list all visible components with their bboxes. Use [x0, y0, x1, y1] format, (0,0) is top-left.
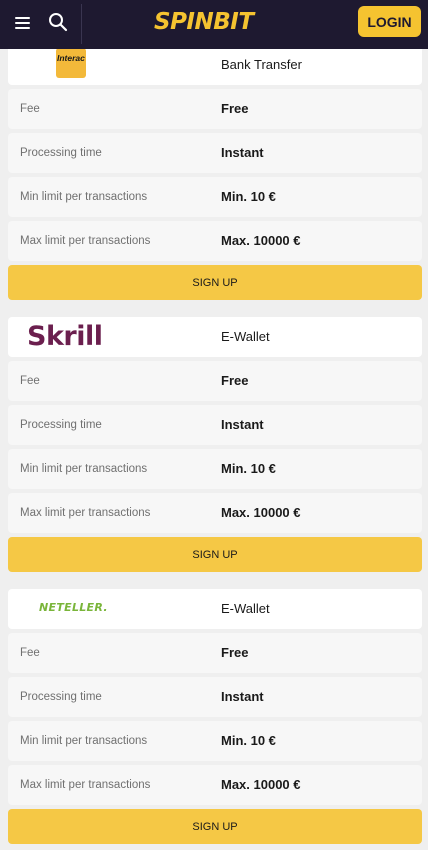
min-limit-row: Min limit per transactions Min. 10 € — [8, 177, 422, 217]
row-label: Processing time — [20, 419, 102, 431]
row-value: Min. 10 € — [221, 189, 276, 204]
processing-time-row: Processing time Instant — [8, 677, 422, 717]
fee-row: Fee Free — [8, 633, 422, 673]
row-value: Free — [221, 645, 249, 660]
processing-time-row: Processing time Instant — [8, 405, 422, 445]
row-value: Max. 10000 € — [221, 505, 301, 520]
hamburger-menu-icon[interactable] — [12, 12, 34, 34]
max-limit-row: Max limit per transactions Max. 10000 € — [8, 493, 422, 533]
payment-type: Bank Transfer — [221, 57, 302, 72]
fee-row: Fee Free — [8, 361, 422, 401]
interac-logo: Interac — [56, 48, 86, 78]
row-label: Processing time — [20, 691, 102, 703]
payment-method-header-row: NETELLER. E-Wallet — [8, 589, 422, 629]
row-label: Fee — [20, 103, 40, 115]
row-value: Instant — [221, 417, 264, 432]
neteller-logo: NETELLER. — [39, 601, 108, 614]
min-limit-row: Min limit per transactions Min. 10 € — [8, 721, 422, 761]
row-label: Fee — [20, 647, 40, 659]
row-label: Processing time — [20, 147, 102, 159]
max-limit-row: Max limit per transactions Max. 10000 € — [8, 221, 422, 261]
row-label: Max limit per transactions — [20, 507, 151, 519]
skrill-logo: Skrill — [27, 321, 103, 352]
row-label: Min limit per transactions — [20, 463, 148, 475]
row-value: Instant — [221, 145, 264, 160]
header-divider — [81, 4, 82, 44]
processing-time-row: Processing time Instant — [8, 133, 422, 173]
sign-up-button[interactable]: SIGN UP — [8, 537, 422, 572]
row-value: Instant — [221, 689, 264, 704]
payment-type: E-Wallet — [221, 329, 270, 344]
search-icon[interactable] — [47, 11, 69, 33]
row-value: Max. 10000 € — [221, 233, 301, 248]
row-value: Free — [221, 101, 249, 116]
row-value: Min. 10 € — [221, 733, 276, 748]
row-label: Min limit per transactions — [20, 735, 148, 747]
row-value: Min. 10 € — [221, 461, 276, 476]
row-value: Free — [221, 373, 249, 388]
row-label: Max limit per transactions — [20, 779, 151, 791]
fee-row: Fee Free — [8, 89, 422, 129]
payment-method-header-row: Skrill E-Wallet — [8, 317, 422, 357]
payment-method-header-row: Interac Bank Transfer — [8, 45, 422, 85]
max-limit-row: Max limit per transactions Max. 10000 € — [8, 765, 422, 805]
row-label: Min limit per transactions — [20, 191, 148, 203]
login-button[interactable]: LOGIN — [358, 6, 421, 37]
sign-up-button[interactable]: SIGN UP — [8, 265, 422, 300]
min-limit-row: Min limit per transactions Min. 10 € — [8, 449, 422, 489]
row-label: Fee — [20, 375, 40, 387]
payment-type: E-Wallet — [221, 601, 270, 616]
spinbit-logo[interactable]: SPINBIT — [154, 9, 276, 35]
row-value: Max. 10000 € — [221, 777, 301, 792]
sign-up-button[interactable]: SIGN UP — [8, 809, 422, 844]
top-header: SPINBIT LOGIN — [0, 0, 428, 49]
row-label: Max limit per transactions — [20, 235, 151, 247]
